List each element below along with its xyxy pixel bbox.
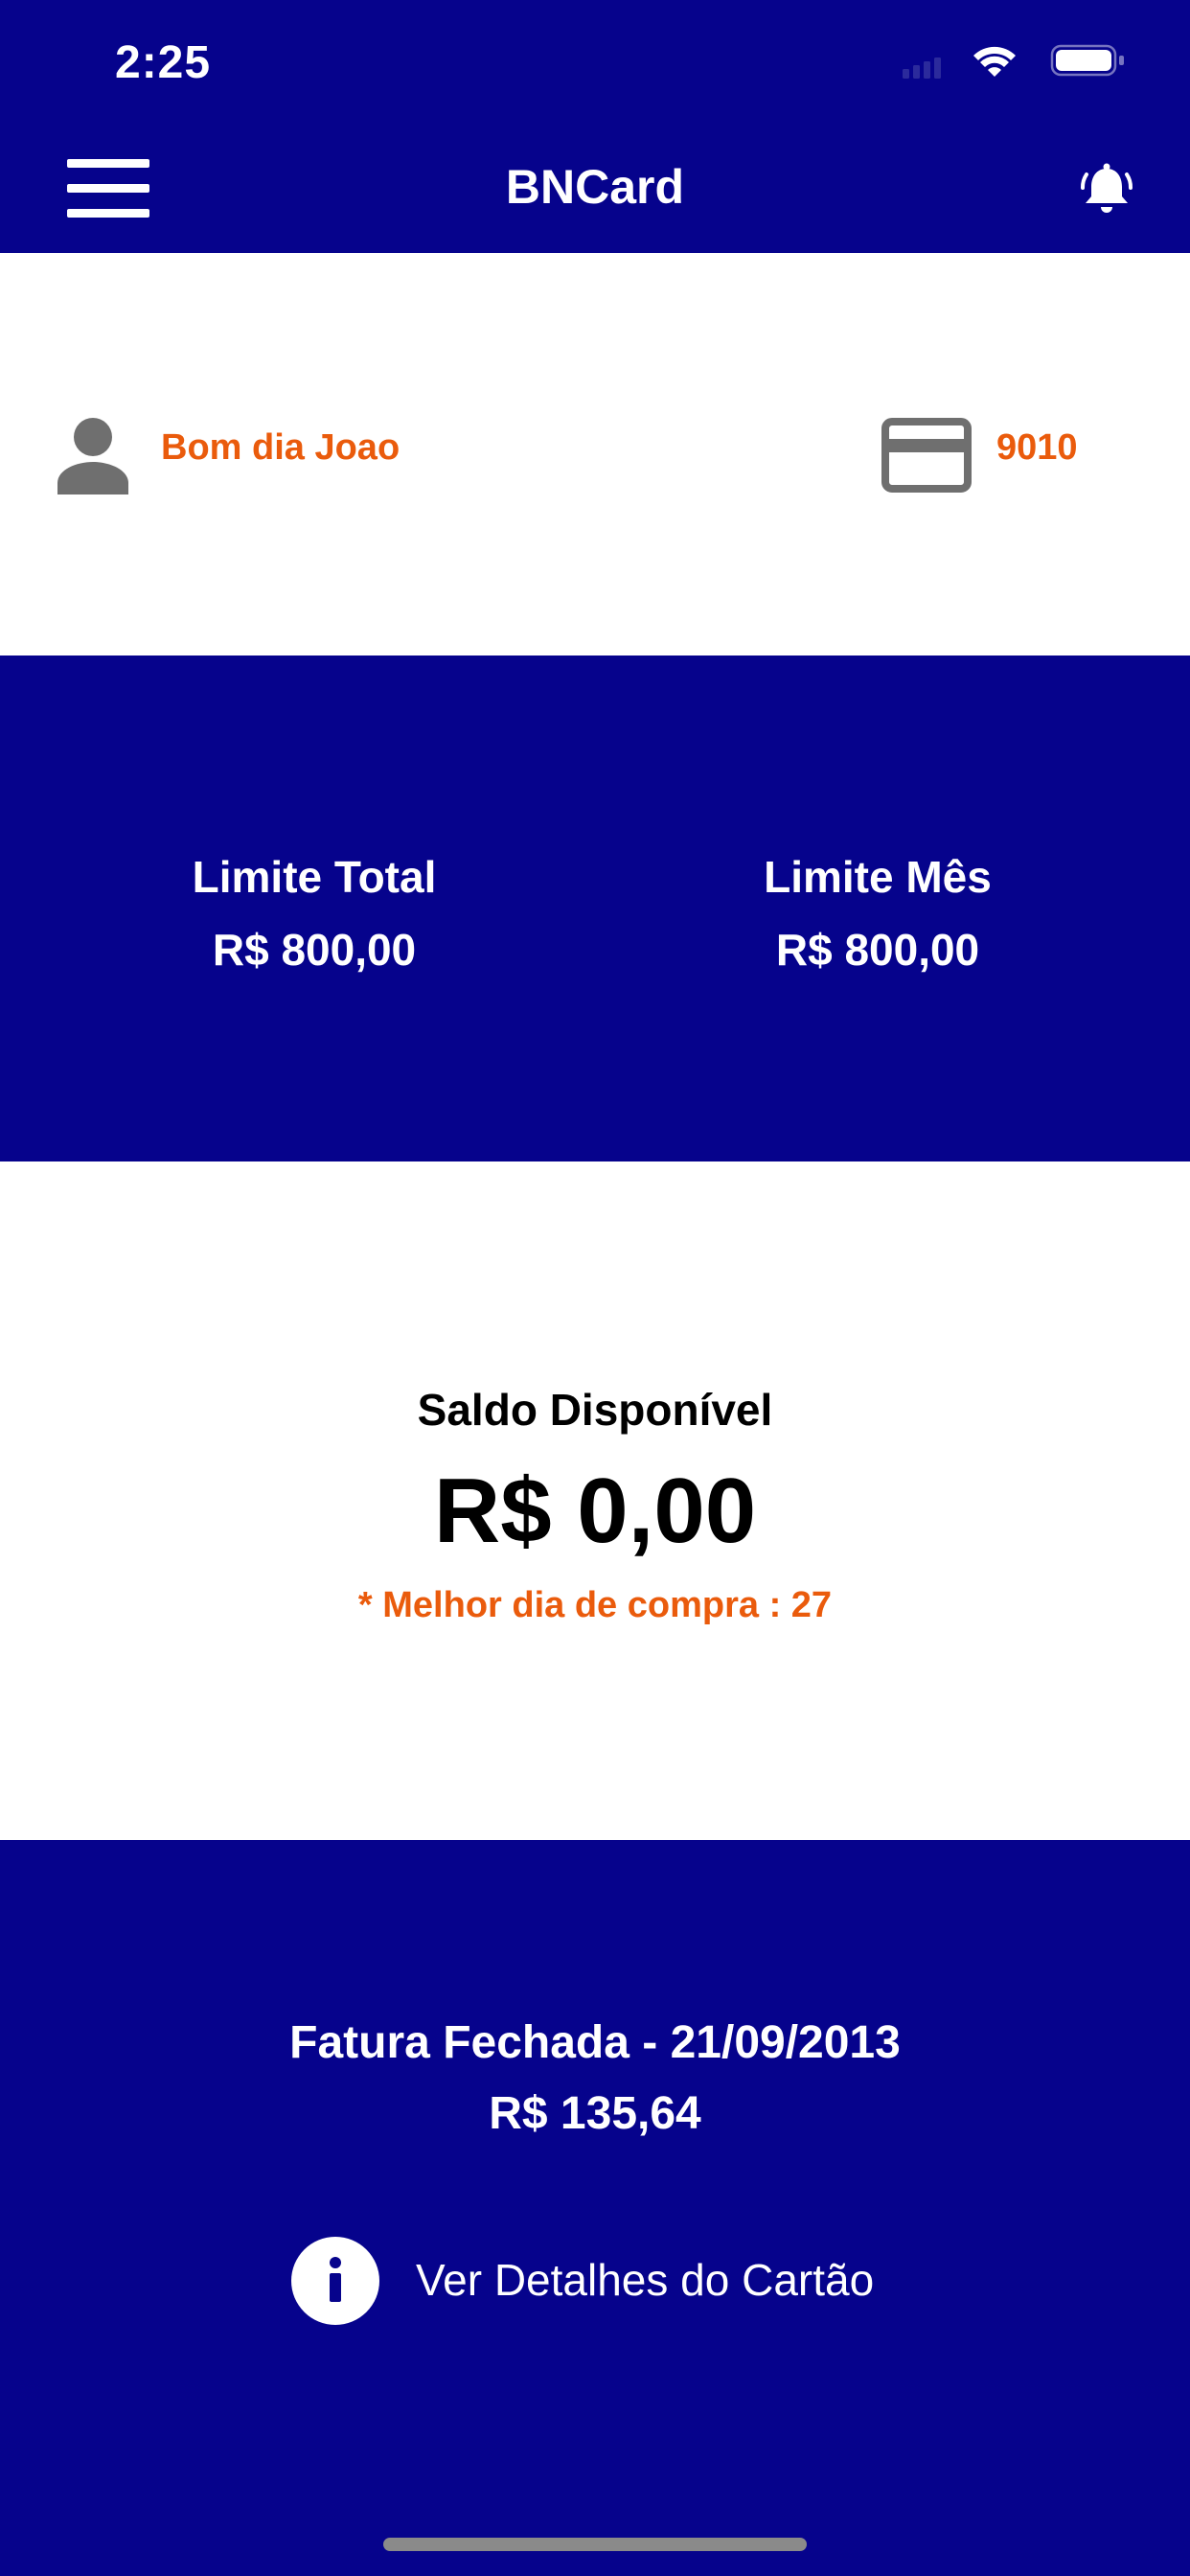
cellular-signal-icon	[903, 58, 941, 79]
limits-section: Limite Total R$ 800,00 Limite Mês R$ 800…	[0, 656, 1190, 1162]
month-limit: Limite Mês R$ 800,00	[609, 849, 1146, 978]
top-bar: 2:25 BNCard	[0, 0, 1190, 253]
best-purchase-day-note: * Melhor dia de compra : 27	[357, 1585, 833, 1625]
invoice-section: Fatura Fechada - 21/09/2013 R$ 135,64 Ve…	[0, 1840, 1190, 2576]
greeting-text: Bom dia Joao	[161, 427, 400, 468]
invoice-title: Fatura Fechada - 21/09/2013	[289, 2017, 901, 2068]
bell-icon	[1081, 163, 1133, 213]
card-last-digits: 9010	[996, 427, 1078, 468]
month-limit-label: Limite Mês	[764, 852, 992, 902]
info-icon	[291, 2237, 379, 2325]
home-indicator[interactable]	[383, 2538, 807, 2551]
page-title: BNCard	[505, 160, 685, 214]
person-icon	[57, 418, 128, 494]
month-limit-value: R$ 800,00	[775, 925, 980, 975]
notifications-button[interactable]	[1078, 161, 1135, 218]
balance-label: Saldo Disponível	[417, 1385, 773, 1435]
card-details-label: Ver Detalhes do Cartão	[416, 2255, 875, 2305]
status-icons	[903, 44, 1124, 79]
invoice-value: R$ 135,64	[489, 2088, 701, 2139]
credit-card-icon	[881, 418, 972, 493]
total-limit: Limite Total R$ 800,00	[46, 849, 583, 978]
total-limit-value: R$ 800,00	[212, 925, 417, 975]
battery-icon	[1050, 44, 1124, 77]
status-time: 2:25	[115, 37, 212, 88]
wifi-icon	[973, 46, 1016, 77]
card-details-button[interactable]: Ver Detalhes do Cartão	[291, 2237, 904, 2325]
user-info-section: Bom dia Joao 9010	[0, 253, 1190, 656]
balance-section: Saldo Disponível R$ 0,00 * Melhor dia de…	[0, 1162, 1190, 1840]
balance-value: R$ 0,00	[433, 1460, 757, 1562]
total-limit-label: Limite Total	[192, 852, 437, 902]
